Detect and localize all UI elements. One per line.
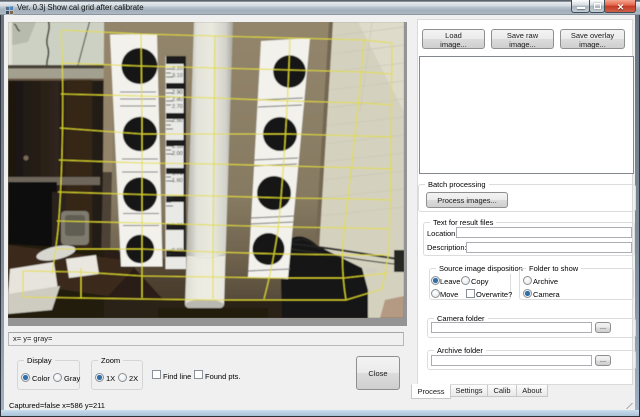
svg-text:2.70: 2.70 <box>172 104 183 110</box>
svg-text:2.10: 2.10 <box>172 144 183 150</box>
svg-text:1.30: 1.30 <box>172 196 183 202</box>
svg-text:3.10: 3.10 <box>172 73 183 79</box>
svg-text:2.80: 2.80 <box>172 97 183 103</box>
svg-text:1.70: 1.70 <box>172 171 183 177</box>
svg-text:1.60: 1.60 <box>172 178 183 184</box>
svg-text:2.90: 2.90 <box>172 90 183 96</box>
svg-text:2.00: 2.00 <box>172 151 183 157</box>
svg-text:2.50: 2.50 <box>172 118 183 124</box>
